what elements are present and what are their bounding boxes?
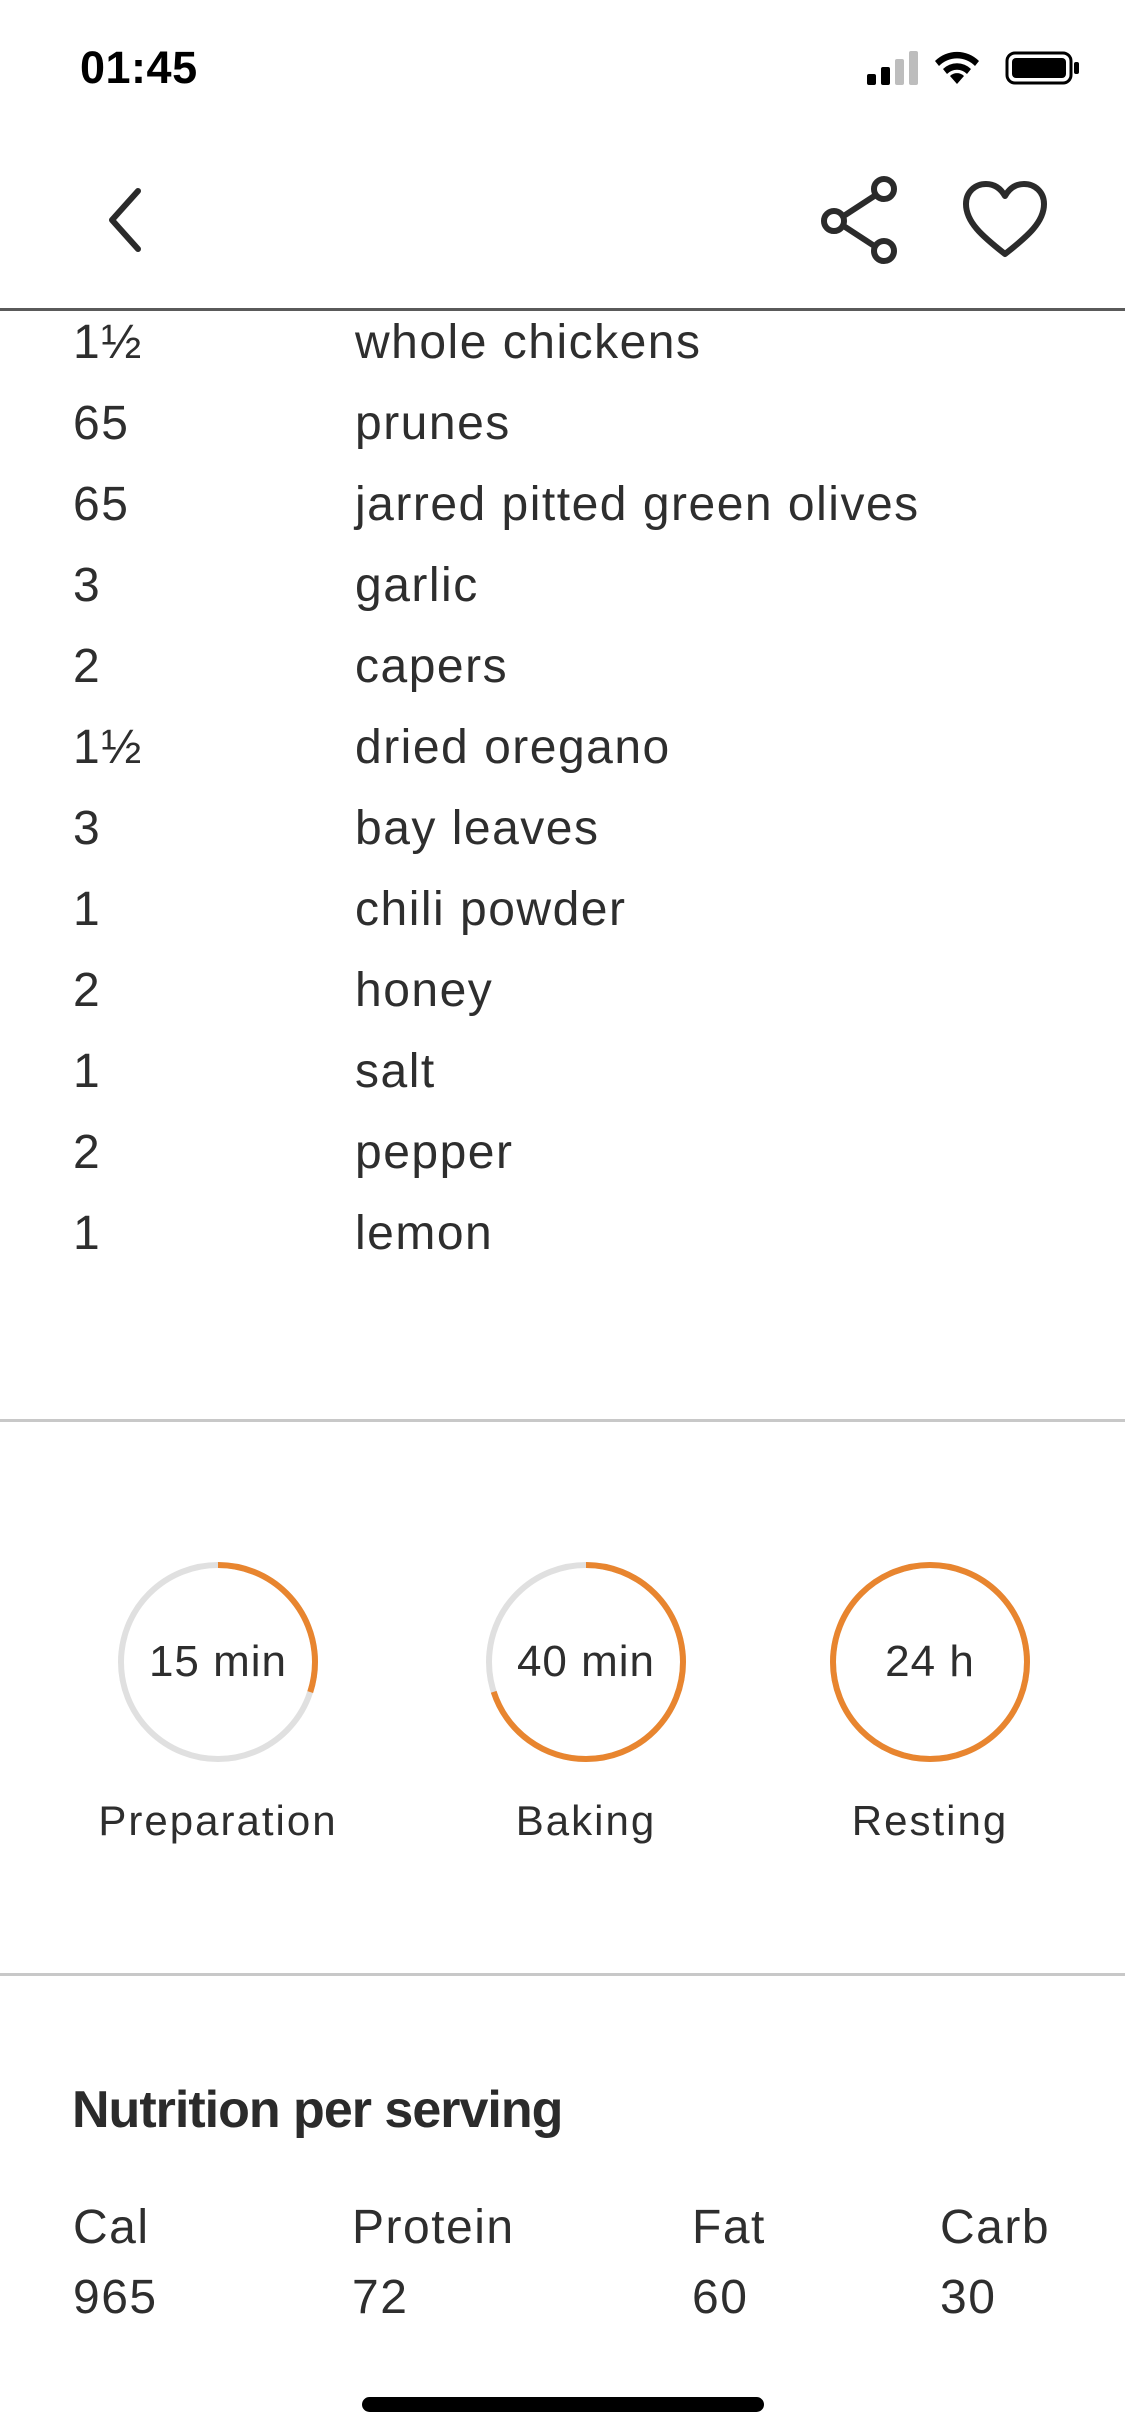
ingredient-name: garlic bbox=[355, 559, 479, 612]
ingredient-name: honey bbox=[355, 964, 494, 1017]
time-preparation: 15 min Preparation bbox=[68, 1562, 368, 1892]
ingredient-name: bay leaves bbox=[355, 802, 600, 855]
navigation-bar bbox=[0, 140, 1125, 311]
nutrition-value: 30 bbox=[940, 2271, 997, 2324]
time-value: 24 h bbox=[885, 1637, 975, 1686]
signal-icon bbox=[867, 51, 918, 85]
nutrition-value: 72 bbox=[352, 2271, 409, 2324]
recipe-detail-screen: 01:45 1½ whole chickens 65 prunes 65 jar… bbox=[0, 0, 1125, 2436]
favorite-button[interactable] bbox=[950, 165, 1060, 275]
battery-icon bbox=[1005, 51, 1079, 85]
ingredient-row: 1½ dried oregano bbox=[0, 716, 1125, 797]
heart-icon bbox=[963, 181, 1047, 257]
ingredient-name: dried oregano bbox=[355, 721, 671, 774]
ingredient-name: chili powder bbox=[355, 883, 627, 936]
nutrition-protein: Protein 72 bbox=[352, 2200, 515, 2325]
back-button[interactable] bbox=[70, 165, 180, 275]
ingredient-name: pepper bbox=[355, 1126, 514, 1179]
status-bar: 01:45 bbox=[0, 0, 1125, 140]
time-overview: 15 min Preparation 40 min Baking 24 h Re… bbox=[0, 1422, 1125, 1972]
nutrition-carb: Carb 30 bbox=[940, 2200, 1050, 2325]
home-indicator[interactable] bbox=[362, 2397, 764, 2412]
ingredient-row: 1 lemon bbox=[0, 1202, 1125, 1283]
nutrition-title: Nutrition per serving bbox=[72, 2081, 563, 2139]
section-divider bbox=[0, 1973, 1125, 1976]
ingredient-row: 1½ whole chickens bbox=[0, 311, 1125, 392]
time-value: 40 min bbox=[516, 1637, 656, 1686]
ingredients-list: 1½ whole chickens 65 prunes 65 jarred pitte… bbox=[0, 311, 1125, 1283]
ingredient-name: lemon bbox=[355, 1207, 494, 1260]
ingredient-row: 65 prunes bbox=[0, 392, 1125, 473]
ingredient-qty: 1 bbox=[73, 1207, 102, 1260]
ingredient-row: 2 capers bbox=[0, 635, 1125, 716]
ingredient-qty: 3 bbox=[73, 802, 102, 855]
ingredient-qty: 2 bbox=[73, 1126, 102, 1179]
ingredient-row: 3 bay leaves bbox=[0, 797, 1125, 878]
ingredient-qty: 1½ bbox=[73, 316, 143, 369]
ingredient-row: 2 honey bbox=[0, 959, 1125, 1040]
ingredient-qty: 1 bbox=[73, 883, 102, 936]
ingredient-name: jarred pitted green olives bbox=[355, 478, 920, 531]
time-value: 15 min bbox=[148, 1637, 288, 1686]
ingredient-qty: 3 bbox=[73, 559, 102, 612]
time-label: Resting bbox=[851, 1797, 1009, 1844]
share-button[interactable] bbox=[805, 165, 915, 275]
nutrition-label: Carb bbox=[940, 2201, 1051, 2254]
nutrition-value: 60 bbox=[692, 2271, 749, 2324]
ingredient-row: 65 jarred pitted green olives bbox=[0, 473, 1125, 554]
nutrition-calories: Cal 965 bbox=[73, 2200, 158, 2325]
ingredient-row: 3 garlic bbox=[0, 554, 1125, 635]
ingredient-qty: 2 bbox=[73, 964, 102, 1017]
time-baking: 40 min Baking bbox=[436, 1562, 736, 1892]
time-label: Baking bbox=[515, 1797, 657, 1844]
ingredient-row: 1 chili powder bbox=[0, 878, 1125, 959]
nutrition-fat: Fat 60 bbox=[692, 2200, 766, 2325]
status-time: 01:45 bbox=[80, 42, 198, 93]
ingredient-qty: 1½ bbox=[73, 721, 143, 774]
ingredient-row: 2 pepper bbox=[0, 1121, 1125, 1202]
nutrition-label: Cal bbox=[73, 2201, 150, 2254]
ingredient-name: salt bbox=[355, 1045, 436, 1098]
nutrition-label: Fat bbox=[692, 2201, 766, 2254]
ingredient-qty: 2 bbox=[73, 640, 102, 693]
wifi-icon bbox=[935, 51, 979, 84]
ingredient-name: prunes bbox=[355, 397, 511, 450]
ingredient-qty: 65 bbox=[73, 478, 130, 531]
ingredient-name: whole chickens bbox=[355, 316, 702, 369]
ingredient-qty: 1 bbox=[73, 1045, 102, 1098]
ingredient-name: capers bbox=[355, 640, 509, 693]
nutrition-value: 965 bbox=[73, 2271, 158, 2324]
share-icon bbox=[821, 176, 897, 264]
ingredient-qty: 65 bbox=[73, 397, 130, 450]
ingredient-row: 1 salt bbox=[0, 1040, 1125, 1121]
back-chevron-icon bbox=[109, 188, 141, 252]
time-resting: 24 h Resting bbox=[780, 1562, 1080, 1892]
time-label: Preparation bbox=[98, 1797, 338, 1844]
nutrition-label: Protein bbox=[352, 2201, 515, 2254]
